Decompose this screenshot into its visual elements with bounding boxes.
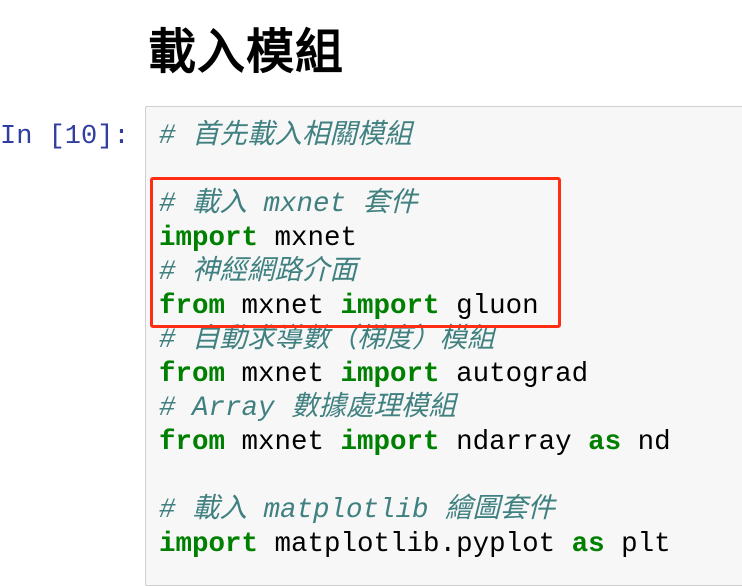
code-comment: # 首先載入相關模組 <box>159 121 413 152</box>
code-keyword: from <box>159 427 226 458</box>
code-text: autograd <box>439 359 589 390</box>
code-line: from mxnet import ndarray as nd <box>159 426 671 460</box>
code-line: # 首先載入相關模組 <box>159 120 671 154</box>
code-line: # 自動求導數（梯度）模組 <box>159 324 671 358</box>
highlight-box <box>150 177 561 328</box>
code-line: # 載入 matplotlib 繪圖套件 <box>159 494 671 528</box>
cell-prompt: In [10]: <box>0 122 130 152</box>
section-heading: 載入模組 <box>148 24 345 80</box>
code-keyword: as <box>588 427 622 458</box>
code-line: # Array 數據處理模組 <box>159 392 671 426</box>
code-keyword: import <box>340 427 440 458</box>
code-line: import matplotlib.pyplot as plt <box>159 528 671 562</box>
code-comment: # 載入 matplotlib 繪圖套件 <box>159 495 556 526</box>
code-text: mxnet <box>225 359 341 390</box>
code-text: plt <box>604 529 671 560</box>
code-comment: # 自動求導數（梯度）模組 <box>159 325 495 356</box>
code-text: matplotlib.pyplot <box>258 529 572 560</box>
code-keyword: from <box>159 359 226 390</box>
code-keyword: import <box>159 529 259 560</box>
code-line: from mxnet import autograd <box>159 358 671 392</box>
code-keyword: import <box>340 359 440 390</box>
code-text: ndarray <box>439 427 589 458</box>
code-comment: # Array 數據處理模組 <box>159 393 457 424</box>
code-keyword: as <box>571 529 605 560</box>
code-text: nd <box>621 427 671 458</box>
code-text: mxnet <box>225 427 341 458</box>
